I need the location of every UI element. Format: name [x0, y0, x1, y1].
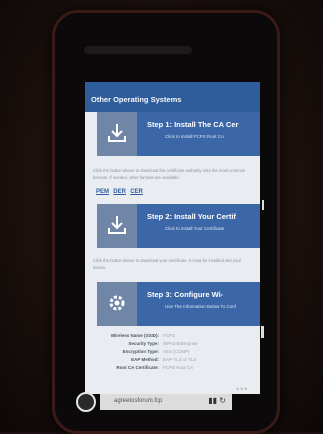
- setting-row: Wireless Name (SSID): FCPS: [95, 332, 255, 340]
- setting-row: Security Type: WPA2-Enterprise: [95, 340, 255, 348]
- page-header: Other Operating Systems: [85, 82, 260, 112]
- scroll-indicator: [262, 200, 264, 210]
- format-links: PEM DER CER: [93, 189, 143, 195]
- pem-link[interactable]: PEM: [96, 189, 109, 195]
- setting-key: Encryption Type:: [122, 349, 159, 354]
- setting-value: AES (CCMP): [163, 349, 190, 354]
- step-1-subtitle: Click to install FCPS Root CA: [165, 134, 225, 139]
- cer-link[interactable]: CER: [130, 189, 143, 195]
- phone-earpiece: [84, 46, 192, 54]
- url-text: agreetosforum.fcp: [114, 398, 163, 404]
- browser-address-area: agreetosforum.fcp ▮▮ ↻: [70, 390, 240, 416]
- setting-row: Root CA Certificate: FCPS Root CA: [95, 364, 255, 372]
- tabs-button[interactable]: [76, 392, 96, 412]
- network-settings: Wireless Name (SSID): FCPS Security Type:…: [95, 332, 255, 372]
- setting-key: Root CA Certificate:: [116, 365, 159, 370]
- setting-key: Wireless Name (SSID):: [110, 333, 159, 338]
- step-3-button[interactable]: Step 3: Configure Wi- Use The Informatio…: [97, 282, 260, 326]
- setting-key: Security Type:: [128, 341, 159, 346]
- der-link[interactable]: DER: [113, 189, 126, 195]
- setting-value: EAP-TLS or TLS: [163, 357, 197, 362]
- address-bar[interactable]: agreetosforum.fcp ▮▮ ↻: [100, 394, 232, 410]
- step-2-subtitle: Click to install Your Certificate: [165, 226, 225, 231]
- step-2-text: Click the button above to download your …: [93, 258, 242, 270]
- setting-value: WPA2-Enterprise: [163, 341, 198, 346]
- setting-value: FCPS Root CA: [163, 365, 194, 370]
- setting-row: Encryption Type: AES (CCMP): [95, 348, 255, 356]
- refresh-icon[interactable]: ▮▮ ↻: [208, 396, 226, 405]
- download-icon: [97, 204, 137, 248]
- step-2-button[interactable]: Step 2: Install Your Certif Click to ins…: [97, 204, 260, 248]
- scroll-indicator: [261, 326, 264, 338]
- step-1-title: Step 1: Install The CA Cer: [147, 120, 239, 129]
- step-3-title: Step 3: Configure Wi-: [147, 290, 224, 299]
- gear-icon: [97, 282, 137, 326]
- phone-screen: Other Operating Systems Step 1: Install …: [85, 82, 260, 394]
- download-icon: [97, 112, 137, 156]
- setting-key: EAP Method:: [131, 357, 159, 362]
- setting-value: FCPS: [163, 333, 176, 338]
- step-1-button[interactable]: Step 1: Install The CA Cer Click to inst…: [97, 112, 260, 156]
- step-3-subtitle: Use The Information Below To Conf: [165, 304, 236, 309]
- step-1-text: Click the button above to download the c…: [93, 168, 246, 180]
- setting-row: EAP Method: EAP-TLS or TLS: [95, 356, 255, 364]
- step-2-title: Step 2: Install Your Certif: [147, 212, 236, 221]
